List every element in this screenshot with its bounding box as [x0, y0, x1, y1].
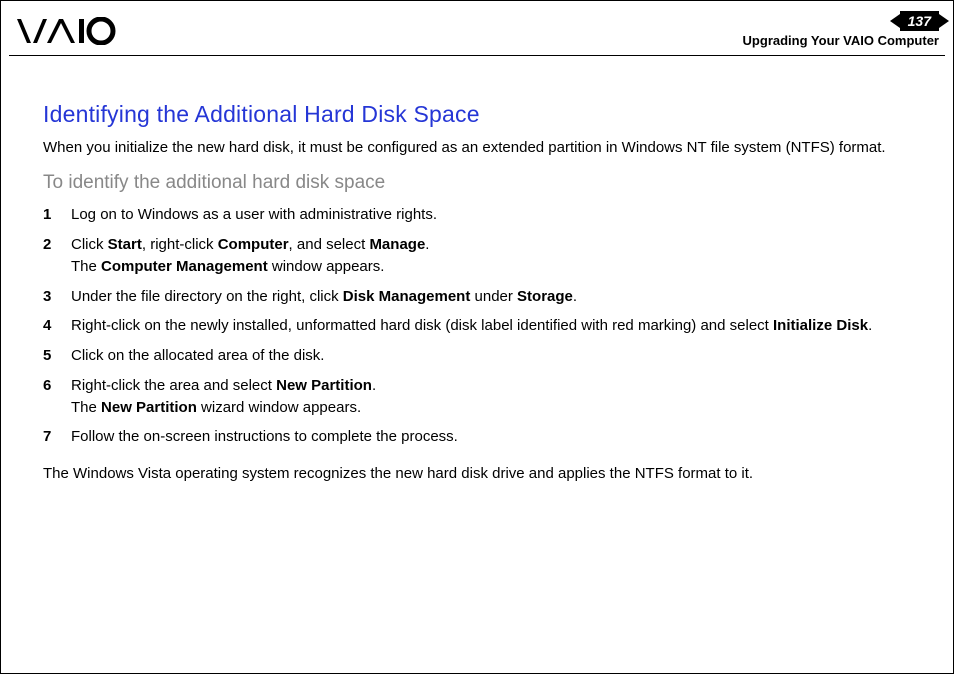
- step-text: Click on the allocated area of the disk.: [71, 347, 324, 364]
- steps-list: 1 Log on to Windows as a user with admini…: [43, 204, 911, 448]
- step-text: Log on to Windows as a user with adminis…: [71, 206, 437, 223]
- page-number-badge: 137: [900, 11, 939, 31]
- step-number: 4: [43, 315, 51, 337]
- step-number: 2: [43, 234, 51, 256]
- step-number: 7: [43, 426, 51, 448]
- header-right: 137 Upgrading Your VAIO Computer: [743, 11, 939, 48]
- step-number: 3: [43, 286, 51, 308]
- step-number: 5: [43, 345, 51, 367]
- header-rule: [9, 55, 945, 56]
- step-item: 3 Under the file directory on the right, …: [43, 286, 911, 308]
- subheading: To identify the additional hard disk spa…: [43, 172, 911, 194]
- step-number: 6: [43, 375, 51, 397]
- step-item: 6 Right-click the area and select New Par…: [43, 375, 911, 419]
- header: 137 Upgrading Your VAIO Computer: [11, 11, 943, 55]
- nav-prev-icon[interactable]: [890, 14, 900, 28]
- step-number: 1: [43, 204, 51, 226]
- step-item: 2 Click Start, right-click Computer, and …: [43, 234, 911, 278]
- nav-next-icon[interactable]: [939, 14, 949, 28]
- step-item: 7 Follow the on-screen instructions to co…: [43, 426, 911, 448]
- page-title: Identifying the Additional Hard Disk Spa…: [43, 101, 911, 128]
- section-title: Upgrading Your VAIO Computer: [743, 33, 939, 48]
- step-item: 1 Log on to Windows as a user with admini…: [43, 204, 911, 226]
- step-text: Follow the on-screen instructions to com…: [71, 428, 458, 445]
- step-item: 4 Right-click on the newly installed, unf…: [43, 315, 911, 337]
- step-item: 5 Click on the allocated area of the disk…: [43, 345, 911, 367]
- step-text: Under the file directory on the right, c…: [71, 288, 577, 305]
- step-text: Right-click the area and select New Part…: [71, 377, 376, 416]
- closing-paragraph: The Windows Vista operating system recog…: [43, 463, 911, 485]
- step-text: Click Start, right-click Computer, and s…: [71, 236, 429, 275]
- page: 137 Upgrading Your VAIO Computer Identif…: [0, 0, 954, 674]
- step-text: Right-click on the newly installed, unfo…: [71, 317, 872, 334]
- page-number: 137: [908, 13, 931, 29]
- vaio-logo: [17, 17, 127, 45]
- content: Identifying the Additional Hard Disk Spa…: [43, 101, 911, 500]
- intro-paragraph: When you initialize the new hard disk, i…: [43, 138, 911, 158]
